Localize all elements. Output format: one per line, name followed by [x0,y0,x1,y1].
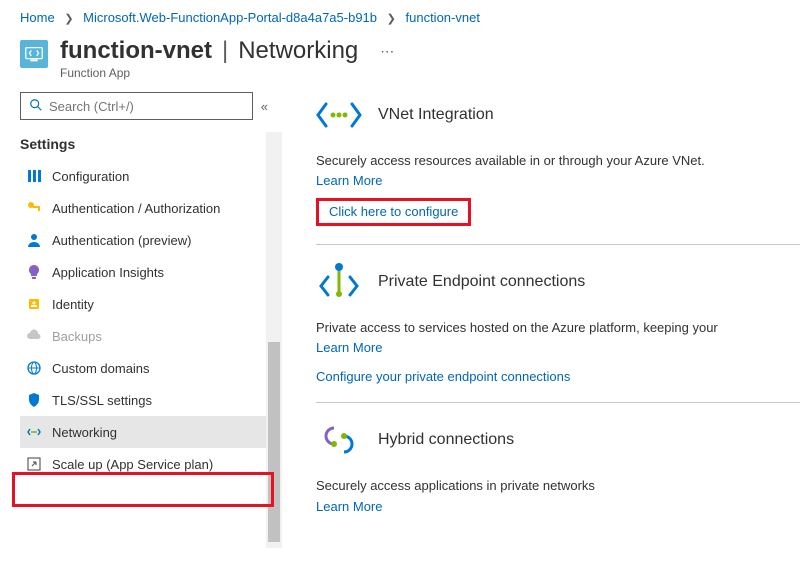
sidebar-item-auth-preview[interactable]: Authentication (preview) [20,224,268,256]
globe-icon [26,360,42,376]
vnet-icon [316,92,362,138]
breadcrumb-resource-group[interactable]: Microsoft.Web-FunctionApp-Portal-d8a4a7a… [83,10,377,25]
section-title: Hybrid connections [378,431,514,449]
sidebar-item-label: Authentication (preview) [52,233,191,248]
collapse-icon[interactable]: « [261,99,268,114]
section-title: VNet Integration [378,106,494,124]
scaleup-icon [26,456,42,472]
section-private-endpoint: Private Endpoint connections Private acc… [316,259,800,403]
sidebar-section-header: Settings [20,136,268,152]
shield-icon [26,392,42,408]
hybrid-icon [316,417,362,463]
sidebar-item-label: Networking [52,425,117,440]
page-header: function-vnet | Networking ⋯ Function Ap… [0,33,800,92]
sidebar-item-label: TLS/SSL settings [52,393,152,408]
function-app-icon [20,40,48,68]
network-icon [26,424,42,440]
sidebar-item-label: Identity [52,297,94,312]
sidebar-item-label: Configuration [52,169,129,184]
private-endpoint-icon [316,259,362,305]
search-input-container[interactable] [20,92,253,120]
title-separator: | [222,37,228,65]
section-description: Private access to services hosted on the… [316,319,800,337]
main-content: VNet Integration Securely access resourc… [280,92,800,548]
section-vnet: VNet Integration Securely access resourc… [316,92,800,245]
configure-private-endpoint-link[interactable]: Configure your private endpoint connecti… [316,369,800,384]
sidebar-item-label: Backups [52,329,102,344]
sidebar-item-label: Application Insights [52,265,164,280]
identity-icon [26,296,42,312]
sidebar-item-identity[interactable]: Identity [20,288,268,320]
more-icon[interactable]: ⋯ [380,43,394,60]
learn-more-link[interactable]: Learn More [316,499,800,514]
breadcrumb-home[interactable]: Home [20,10,55,25]
person-icon [26,232,42,248]
page-title: Networking [238,37,358,65]
sidebar-item-label: Authentication / Authorization [52,201,220,216]
resource-type: Function App [60,66,394,80]
cloud-icon [26,328,42,344]
chevron-right-icon: ❯ [387,13,396,25]
sidebar-item-tls[interactable]: TLS/SSL settings [20,384,268,416]
sidebar-item-configuration[interactable]: Configuration [20,160,268,192]
search-input[interactable] [49,99,244,114]
learn-more-link[interactable]: Learn More [316,340,800,355]
search-icon [29,98,43,115]
sidebar-item-auth[interactable]: Authentication / Authorization [20,192,268,224]
breadcrumb-resource[interactable]: function-vnet [406,10,480,25]
sidebar-item-insights[interactable]: Application Insights [20,256,268,288]
sidebar-item-scaleup[interactable]: Scale up (App Service plan) [20,448,268,480]
configure-vnet-link[interactable]: Click here to configure [329,204,458,219]
sidebar-item-label: Custom domains [52,361,150,376]
sidebar-item-label: Scale up (App Service plan) [52,457,213,472]
scrollbar-thumb[interactable] [268,342,280,542]
chevron-right-icon: ❯ [64,13,73,25]
breadcrumb: Home ❯ Microsoft.Web-FunctionApp-Portal-… [0,0,800,33]
sidebar-item-domains[interactable]: Custom domains [20,352,268,384]
section-title: Private Endpoint connections [378,273,585,291]
sidebar: « Settings Configuration Authentication … [0,92,280,548]
bulb-icon [26,264,42,280]
scrollbar-track[interactable] [266,132,282,548]
section-hybrid: Hybrid connections Securely access appli… [316,417,800,531]
resource-title: function-vnet [60,37,212,65]
learn-more-link[interactable]: Learn More [316,173,800,188]
annotation-highlight: Click here to configure [316,198,471,226]
section-description: Securely access applications in private … [316,477,800,495]
configuration-icon [26,168,42,184]
sidebar-item-backups[interactable]: Backups [20,320,268,352]
key-icon [26,200,42,216]
sidebar-item-networking[interactable]: Networking [20,416,268,448]
section-description: Securely access resources available in o… [316,152,800,170]
